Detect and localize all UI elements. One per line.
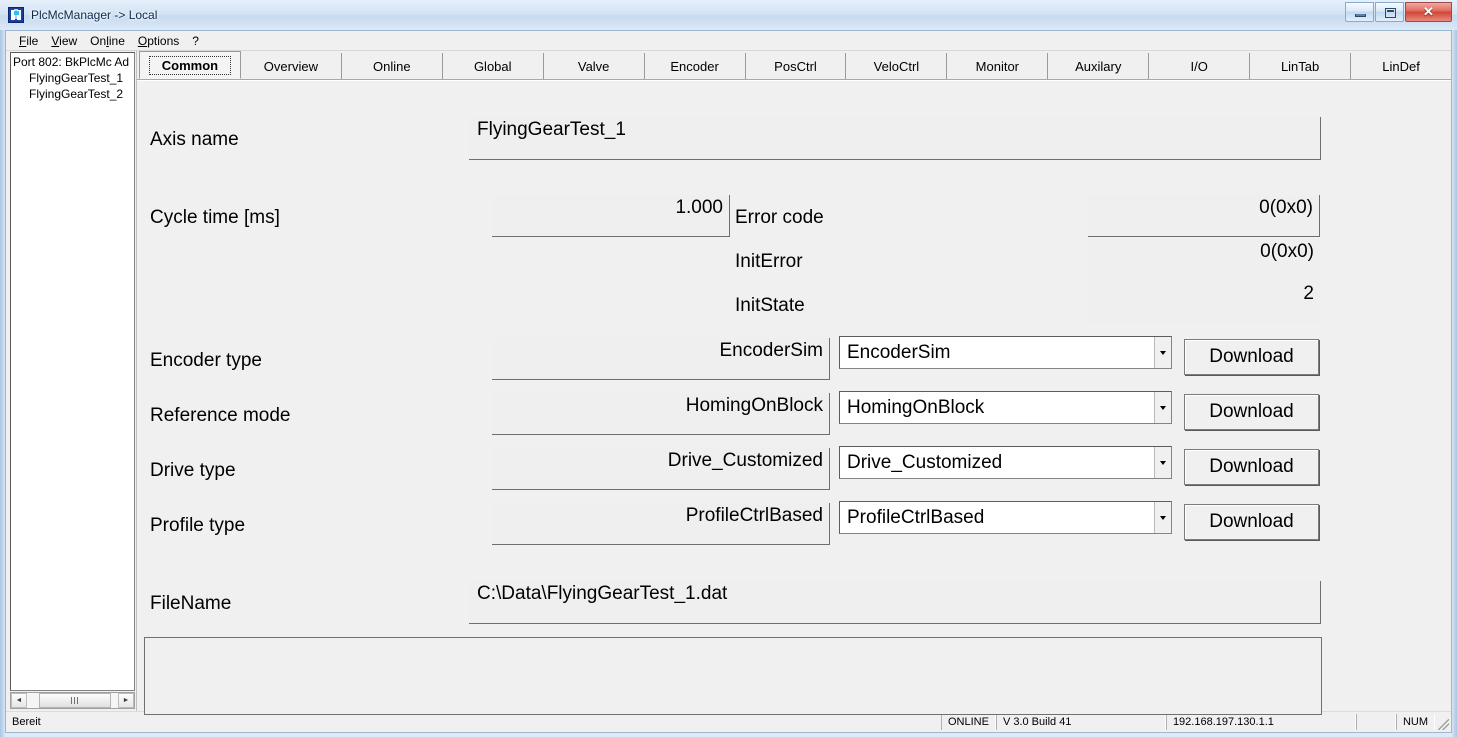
status-spacer — [1355, 714, 1396, 730]
reference-mode-selected: HomingOnBlock — [847, 396, 985, 418]
reference-mode-chevron-down-icon[interactable] — [1154, 392, 1171, 423]
drive-type-chevron-down-icon[interactable] — [1154, 447, 1171, 478]
menu-file[interactable]: File — [15, 32, 47, 50]
tab-lindef[interactable]: LinDef — [1351, 53, 1451, 79]
sidebar: Port 802: BkPlcMc Ad FlyingGearTest_1 Fl… — [6, 51, 137, 711]
window-title: PlcMcManager -> Local — [31, 8, 158, 22]
init-state-field[interactable]: 2 — [1088, 281, 1320, 323]
encoder-type-label: Encoder type — [150, 350, 262, 371]
error-code-field[interactable]: 0(0x0) — [1088, 195, 1320, 237]
device-tree[interactable]: Port 802: BkPlcMc Ad FlyingGearTest_1 Fl… — [10, 52, 135, 691]
restore-icon — [1385, 8, 1396, 18]
drive-type-selected: Drive_Customized — [847, 451, 1003, 473]
tab-online[interactable]: Online — [341, 53, 443, 79]
tab-lintab[interactable]: LinTab — [1250, 53, 1352, 79]
scroll-left-icon[interactable]: ◄ — [11, 693, 27, 708]
tab-io[interactable]: I/O — [1149, 53, 1251, 79]
title-bar[interactable]: PlcMcManager -> Local ✕ — [0, 0, 1457, 30]
menu-view[interactable]: View — [47, 32, 86, 50]
drive-type-label: Drive type — [150, 460, 236, 481]
scroll-right-icon[interactable]: ► — [118, 693, 134, 708]
message-panel — [144, 637, 1322, 715]
cycle-time-label: Cycle time [ms] — [150, 207, 280, 228]
minimize-button[interactable] — [1345, 2, 1374, 22]
app-icon — [8, 7, 24, 23]
reference-mode-label: Reference mode — [150, 405, 291, 426]
window-border-right — [1452, 0, 1457, 737]
tree-horizontal-scrollbar[interactable]: ◄ ► — [10, 692, 135, 709]
content-pane: Common Overview Online Global Valve Enco… — [137, 51, 1451, 715]
drive-type-dropdown[interactable]: Drive_Customized — [839, 446, 1172, 479]
tab-monitor[interactable]: Monitor — [947, 53, 1049, 79]
profile-type-dropdown[interactable]: ProfileCtrlBased — [839, 501, 1172, 534]
reference-mode-download-button[interactable]: Download — [1184, 394, 1319, 430]
menu-bar: File View Online Options ? — [6, 31, 1451, 51]
init-error-field[interactable]: 0(0x0) — [1088, 239, 1320, 281]
tab-strip: Common Overview Online Global Valve Enco… — [137, 51, 1451, 80]
scrollbar-grip-icon — [71, 697, 79, 704]
drive-type-current-value[interactable]: Drive_Customized — [492, 448, 830, 490]
profile-type-selected: ProfileCtrlBased — [847, 506, 985, 528]
main-split: Port 802: BkPlcMc Ad FlyingGearTest_1 Fl… — [6, 51, 1451, 715]
encoder-type-dropdown[interactable]: EncoderSim — [839, 336, 1172, 369]
tab-veloctrl[interactable]: VeloCtrl — [846, 53, 948, 79]
tree-node-port[interactable]: Port 802: BkPlcMc Ad — [11, 54, 134, 70]
status-message: Bereit — [12, 716, 41, 728]
status-connection: ONLINE — [940, 714, 996, 730]
drive-type-download-button[interactable]: Download — [1184, 449, 1319, 485]
scrollbar-thumb[interactable] — [39, 693, 111, 708]
tab-posctrl[interactable]: PosCtrl — [745, 53, 847, 79]
profile-type-current-value[interactable]: ProfileCtrlBased — [492, 503, 830, 545]
init-error-label: InitError — [735, 251, 803, 272]
menu-options[interactable]: Options — [134, 32, 188, 50]
client-area: File View Online Options ? Port 802: BkP… — [5, 30, 1452, 733]
tab-encoder[interactable]: Encoder — [644, 53, 746, 79]
encoder-type-selected: EncoderSim — [847, 341, 951, 363]
profile-type-chevron-down-icon[interactable] — [1154, 502, 1171, 533]
reference-mode-current-value[interactable]: HomingOnBlock — [492, 393, 830, 435]
encoder-type-download-button[interactable]: Download — [1184, 339, 1319, 375]
axis-name-field[interactable]: FlyingGearTest_1 — [469, 117, 1321, 160]
encoder-type-chevron-down-icon[interactable] — [1154, 337, 1171, 368]
profile-type-label: Profile type — [150, 515, 246, 536]
tab-valve[interactable]: Valve — [543, 53, 645, 79]
tab-overview[interactable]: Overview — [240, 53, 342, 79]
cycle-time-field[interactable]: 1.000 — [492, 195, 730, 237]
status-num-lock: NUM — [1395, 714, 1435, 730]
status-address: 192.168.197.130.1.1 — [1165, 714, 1356, 730]
encoder-type-current-value[interactable]: EncoderSim — [492, 338, 830, 380]
close-button[interactable]: ✕ — [1405, 2, 1452, 22]
axis-name-label: Axis name — [150, 129, 239, 150]
tree-node-axis-1[interactable]: FlyingGearTest_1 — [11, 70, 134, 86]
tab-auxilary[interactable]: Auxilary — [1048, 53, 1150, 79]
maximize-restore-button[interactable] — [1375, 2, 1404, 22]
minimize-icon — [1355, 14, 1366, 17]
menu-help[interactable]: ? — [188, 32, 208, 50]
scrollbar-track[interactable] — [27, 693, 118, 708]
tab-global[interactable]: Global — [442, 53, 544, 79]
window-controls: ✕ — [1344, 2, 1452, 22]
status-version: V 3.0 Build 41 — [995, 714, 1166, 730]
file-name-label: FileName — [150, 593, 232, 614]
reference-mode-dropdown[interactable]: HomingOnBlock — [839, 391, 1172, 424]
tree-node-axis-2[interactable]: FlyingGearTest_2 — [11, 86, 134, 102]
close-icon: ✕ — [1423, 4, 1434, 19]
application-window: PlcMcManager -> Local ✕ File View Online… — [0, 0, 1457, 737]
profile-type-download-button[interactable]: Download — [1184, 504, 1319, 540]
init-state-label: InitState — [735, 295, 805, 316]
common-tab-form: Axis name FlyingGearTest_1 Cycle time [m… — [137, 80, 1451, 715]
menu-online[interactable]: Online — [86, 32, 134, 50]
file-name-field[interactable]: C:\Data\FlyingGearTest_1.dat — [469, 581, 1321, 624]
error-code-label: Error code — [735, 207, 824, 228]
tab-common[interactable]: Common — [139, 51, 241, 79]
resize-grip-icon[interactable] — [1435, 712, 1451, 732]
